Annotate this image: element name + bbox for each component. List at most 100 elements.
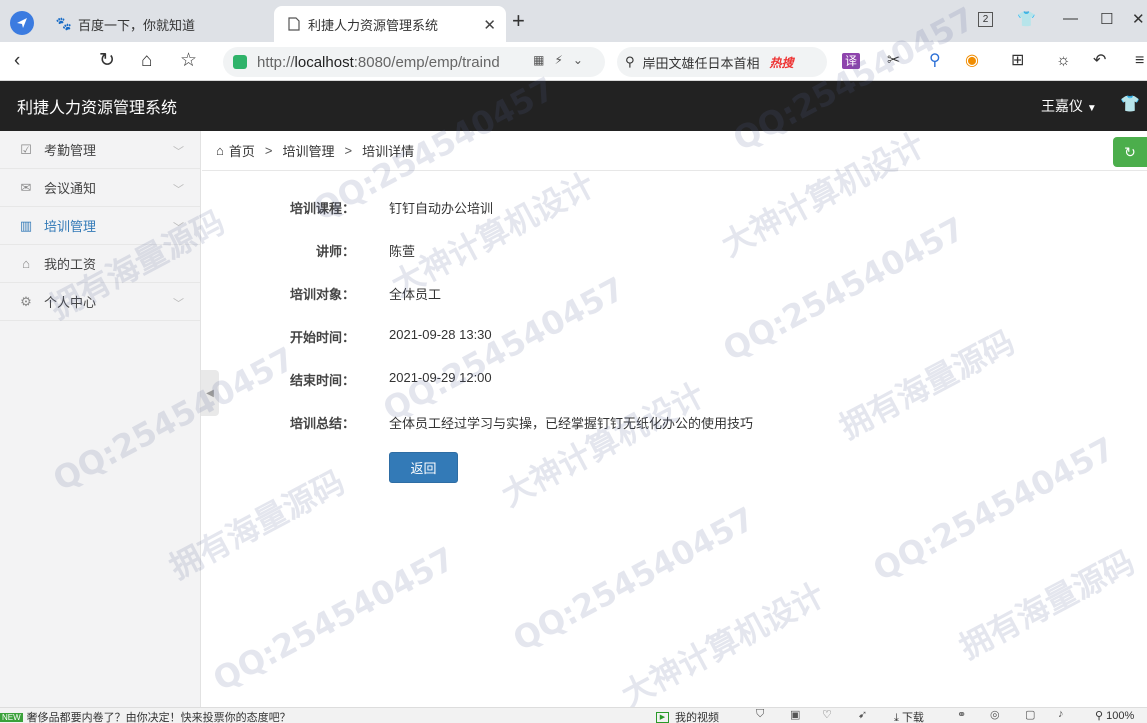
new-tab-button[interactable]: + — [512, 10, 525, 32]
window-icon[interactable]: ▢ — [1025, 708, 1035, 721]
breadcrumb-home[interactable]: 首页 — [229, 141, 255, 160]
user-menu[interactable]: 王嘉仪 ▼ — [1041, 96, 1097, 116]
watermark: QQ:254540457 — [506, 499, 761, 659]
search-icon: ⚲ — [625, 54, 635, 69]
undo-icon[interactable]: ↶ — [1093, 50, 1106, 72]
home-icon[interactable]: ⌂ — [141, 50, 152, 72]
minimize-icon[interactable]: — — [1063, 10, 1078, 27]
tab-title: 利捷人力资源管理系统 — [308, 17, 439, 33]
skin-icon[interactable]: 👕 — [1017, 10, 1036, 28]
download-label: 下载 — [901, 712, 924, 723]
magnifier-icon[interactable]: ⚲ — [929, 50, 941, 72]
refresh-button[interactable]: ↻ — [1113, 137, 1147, 167]
translate-icon[interactable]: 译 — [842, 53, 861, 69]
chevron-down-icon: ﹀ — [173, 222, 184, 234]
sidebar-item-meetings[interactable]: ✉ 会议通知 ﹀ — [0, 169, 200, 207]
play-icon: ▶ — [656, 711, 669, 723]
field-value: 全体员工 — [389, 287, 442, 302]
field-value: 全体员工经过学习与实操，已经掌握钉钉无纸化办公的使用技巧 — [389, 416, 754, 431]
browser-tab-app[interactable]: 利捷人力资源管理系统 ✕ — [274, 6, 506, 42]
browser-tab-baidu[interactable]: 🐾 百度一下，你就知道 — [44, 6, 272, 42]
scissors-icon[interactable]: ✂ — [887, 50, 900, 72]
breadcrumb-current: 培训详情 — [362, 144, 415, 159]
maximize-icon[interactable]: ☐ — [1100, 10, 1113, 28]
bookmark-star-icon[interactable]: ☆ — [180, 50, 197, 72]
chevron-down-icon: ﹀ — [173, 146, 184, 158]
field-label: 培训课程： — [289, 201, 355, 216]
field-value: 陈萱 — [389, 244, 416, 259]
field-label: 培训对象： — [289, 287, 355, 302]
field-instructor: 讲师： 陈萱 — [202, 241, 1147, 263]
field-value: 2021-09-28 13:30 — [389, 327, 492, 342]
watermark: QQ:254540457 — [206, 539, 461, 699]
sidebar-item-profile[interactable]: ⚙ 个人中心 ﹀ — [0, 283, 200, 321]
news-ticker[interactable]: NEW 奢侈品都要内卷了？由你决定！快来投票你的态度吧？ — [0, 709, 291, 723]
secure-shield-icon — [233, 55, 247, 69]
volume-icon[interactable]: ♪ — [1058, 708, 1064, 720]
sidebar: ☑ 考勤管理 ﹀ ✉ 会议通知 ﹀ ▥ 培训管理 ﹀ ⌂ 我的工资 ⚙ 个人中心… — [0, 131, 201, 707]
field-value: 2021-09-29 12:00 — [389, 370, 492, 385]
download-button[interactable]: ⤓ 下载 — [894, 709, 924, 723]
video-label: 我的视频 — [675, 712, 719, 723]
heart-icon[interactable]: ♡ — [822, 708, 832, 721]
window-close-icon[interactable]: ✕ — [1132, 10, 1145, 28]
breadcrumb-section[interactable]: 培训管理 — [282, 141, 334, 160]
field-end-time: 结束时间： 2021-09-29 12:00 — [202, 370, 1147, 392]
sidebar-item-label: 我的工资 — [44, 257, 97, 272]
brightness-icon[interactable]: ☼ — [1056, 50, 1071, 72]
address-actions-icon[interactable]: ▦⚡⌄ — [533, 53, 593, 67]
breadcrumb-separator: > — [344, 143, 353, 158]
sidebar-item-label: 会议通知 — [44, 181, 97, 196]
watermark: QQ:254540457 — [866, 429, 1121, 589]
sidebar-item-label: 培训管理 — [44, 219, 97, 234]
tab-title: 百度一下，你就知道 — [78, 17, 196, 33]
chevron-down-icon: ▼ — [1086, 103, 1097, 114]
rocket-icon[interactable]: ➹ — [858, 708, 867, 721]
columns-icon: ▥ — [19, 217, 33, 233]
hot-search-label: 热搜 — [769, 55, 794, 70]
zoom-level: 100% — [1106, 710, 1135, 722]
glasses-icon[interactable]: ⚭ — [957, 708, 966, 721]
address-url: http://localhost:8080/emp/emp/traind — [257, 53, 500, 71]
zoom-control[interactable]: ⚲ 100% — [1095, 709, 1134, 722]
back-icon[interactable]: ‹ — [14, 50, 20, 72]
my-video-button[interactable]: ▶ 我的视频 — [656, 709, 719, 723]
apps-grid-icon[interactable]: ⊞ — [1011, 50, 1024, 72]
news-text: 奢侈品都要内卷了？由你决定！快来投票你的态度吧？ — [26, 712, 291, 723]
home-icon: ⌂ — [216, 143, 224, 158]
clipboard-check-icon: ☑ — [20, 141, 32, 157]
game-icon[interactable]: ◉ — [965, 50, 979, 72]
tab-close-icon[interactable]: ✕ — [483, 16, 496, 34]
sidebar-item-training[interactable]: ▥ 培训管理 ﹀ — [0, 207, 200, 245]
sidebar-item-salary[interactable]: ⌂ 我的工资 — [0, 245, 200, 283]
menu-icon[interactable]: ≡ — [1135, 50, 1144, 72]
field-label: 开始时间： — [289, 330, 355, 345]
chevron-down-icon: ﹀ — [173, 298, 184, 310]
field-start-time: 开始时间： 2021-09-28 13:30 — [202, 327, 1147, 349]
back-button[interactable]: 返回 — [389, 452, 458, 483]
breadcrumb-separator: > — [264, 143, 273, 158]
search-box[interactable]: ⚲ 岸田文雄任日本首相 热搜 — [617, 47, 827, 77]
reload-icon[interactable]: ↻ — [99, 50, 115, 72]
watermark: 大神计算机设计 — [615, 575, 831, 715]
screen: 🐾 百度一下，你就知道 利捷人力资源管理系统 ✕ + 2 👕 — ☐ ✕ ‹ ↻… — [0, 0, 1147, 723]
sidebar-item-label: 考勤管理 — [44, 143, 97, 158]
image-icon[interactable]: ▣ — [790, 708, 800, 721]
field-label: 结束时间： — [289, 373, 355, 388]
shield-icon[interactable]: ⛉ — [756, 708, 764, 721]
download-icon: ⤓ — [894, 712, 899, 723]
tab-count-badge[interactable]: 2 — [978, 12, 993, 27]
globe-icon[interactable]: ◎ — [990, 708, 1000, 721]
page-icon — [286, 16, 302, 32]
field-course: 培训课程： 钉钉自动办公培训 — [202, 198, 1147, 220]
navigation-arrow-icon[interactable] — [10, 11, 34, 35]
envelope-icon: ✉ — [20, 179, 32, 195]
theme-shirt-icon[interactable]: 👕 — [1120, 94, 1140, 114]
watermark: 拥有海量源码 — [953, 542, 1141, 667]
bank-icon: ⌂ — [22, 256, 30, 271]
address-bar[interactable]: http://localhost:8080/emp/emp/traind ▦⚡⌄ — [223, 47, 605, 77]
sidebar-item-attendance[interactable]: ☑ 考勤管理 ﹀ — [0, 131, 200, 169]
baidu-paw-icon: 🐾 — [55, 16, 73, 31]
app-title: 利捷人力资源管理系统 — [17, 100, 178, 117]
chevron-down-icon: ﹀ — [173, 184, 184, 196]
